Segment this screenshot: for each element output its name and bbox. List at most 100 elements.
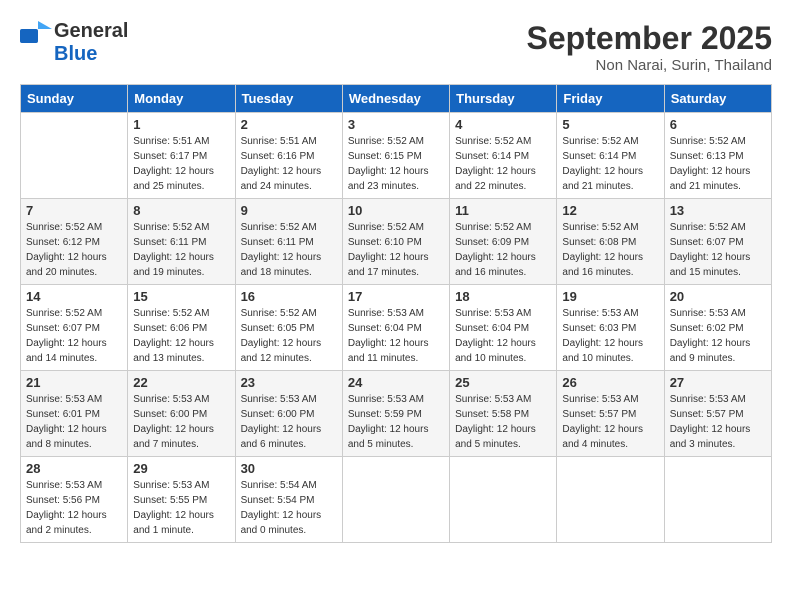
day-number: 11 — [455, 203, 551, 218]
day-info: Sunrise: 5:52 AMSunset: 6:14 PMDaylight:… — [562, 136, 643, 192]
day-info: Sunrise: 5:53 AMSunset: 6:03 PMDaylight:… — [562, 308, 643, 364]
day-cell — [342, 457, 449, 543]
day-number: 7 — [26, 203, 122, 218]
col-header-tuesday: Tuesday — [235, 85, 342, 113]
day-info: Sunrise: 5:51 AMSunset: 6:16 PMDaylight:… — [241, 136, 322, 192]
logo-icon — [20, 21, 52, 43]
day-info: Sunrise: 5:53 AMSunset: 6:00 PMDaylight:… — [241, 394, 322, 450]
day-number: 17 — [348, 289, 444, 304]
day-info: Sunrise: 5:53 AMSunset: 5:57 PMDaylight:… — [670, 394, 751, 450]
day-cell: 30 Sunrise: 5:54 AMSunset: 5:54 PMDayligh… — [235, 457, 342, 543]
day-number: 23 — [241, 375, 337, 390]
day-number: 28 — [26, 461, 122, 476]
day-info: Sunrise: 5:54 AMSunset: 5:54 PMDaylight:… — [241, 480, 322, 536]
day-info: Sunrise: 5:52 AMSunset: 6:12 PMDaylight:… — [26, 222, 107, 278]
day-info: Sunrise: 5:52 AMSunset: 6:15 PMDaylight:… — [348, 136, 429, 192]
day-cell: 1Sunrise: 5:51 AMSunset: 6:17 PMDaylight… — [128, 113, 235, 199]
day-number: 6 — [670, 117, 766, 132]
day-info: Sunrise: 5:52 AMSunset: 6:06 PMDaylight:… — [133, 308, 214, 364]
logo-blue: Blue — [54, 43, 97, 66]
day-number: 18 — [455, 289, 551, 304]
day-info: Sunrise: 5:53 AMSunset: 5:55 PMDaylight:… — [133, 480, 214, 536]
day-cell: 3 Sunrise: 5:52 AMSunset: 6:15 PMDaylight… — [342, 113, 449, 199]
day-cell: 16 Sunrise: 5:52 AMSunset: 6:05 PMDayligh… — [235, 285, 342, 371]
day-cell: 4 Sunrise: 5:52 AMSunset: 6:14 PMDaylight… — [450, 113, 557, 199]
day-cell: 28 Sunrise: 5:53 AMSunset: 5:56 PMDayligh… — [21, 457, 128, 543]
header-row: SundayMondayTuesdayWednesdayThursdayFrid… — [21, 85, 772, 113]
day-number: 4 — [455, 117, 551, 132]
day-number: 29 — [133, 461, 229, 476]
day-number: 25 — [455, 375, 551, 390]
day-cell: 13 Sunrise: 5:52 AMSunset: 6:07 PMDayligh… — [664, 199, 771, 285]
col-header-friday: Friday — [557, 85, 664, 113]
day-cell: 18Sunrise: 5:53 AMSunset: 6:04 PMDayligh… — [450, 285, 557, 371]
day-info: Sunrise: 5:52 AMSunset: 6:05 PMDaylight:… — [241, 308, 322, 364]
day-info: Sunrise: 5:53 AMSunset: 6:01 PMDaylight:… — [26, 394, 107, 450]
week-row-5: 28 Sunrise: 5:53 AMSunset: 5:56 PMDayligh… — [21, 457, 772, 543]
day-cell — [21, 113, 128, 199]
day-cell: 27Sunrise: 5:53 AMSunset: 5:57 PMDayligh… — [664, 371, 771, 457]
page-header: General Blue September 2025 Non Narai, S… — [20, 20, 772, 74]
day-number: 10 — [348, 203, 444, 218]
day-cell: 9 Sunrise: 5:52 AMSunset: 6:11 PMDaylight… — [235, 199, 342, 285]
day-cell: 8Sunrise: 5:52 AMSunset: 6:11 PMDaylight… — [128, 199, 235, 285]
day-cell: 10 Sunrise: 5:52 AMSunset: 6:10 PMDayligh… — [342, 199, 449, 285]
day-number: 26 — [562, 375, 658, 390]
day-cell: 22Sunrise: 5:53 AMSunset: 6:00 PMDayligh… — [128, 371, 235, 457]
day-number: 20 — [670, 289, 766, 304]
day-number: 14 — [26, 289, 122, 304]
day-cell: 24Sunrise: 5:53 AMSunset: 5:59 PMDayligh… — [342, 371, 449, 457]
day-info: Sunrise: 5:52 AMSunset: 6:13 PMDaylight:… — [670, 136, 751, 192]
week-row-3: 14 Sunrise: 5:52 AMSunset: 6:07 PMDayligh… — [21, 285, 772, 371]
day-cell: 17 Sunrise: 5:53 AMSunset: 6:04 PMDayligh… — [342, 285, 449, 371]
day-cell: 25 Sunrise: 5:53 AMSunset: 5:58 PMDayligh… — [450, 371, 557, 457]
day-cell: 6 Sunrise: 5:52 AMSunset: 6:13 PMDaylight… — [664, 113, 771, 199]
day-cell: 26 Sunrise: 5:53 AMSunset: 5:57 PMDayligh… — [557, 371, 664, 457]
day-number: 30 — [241, 461, 337, 476]
day-cell: 20 Sunrise: 5:53 AMSunset: 6:02 PMDayligh… — [664, 285, 771, 371]
col-header-monday: Monday — [128, 85, 235, 113]
day-number: 3 — [348, 117, 444, 132]
day-info: Sunrise: 5:52 AMSunset: 6:07 PMDaylight:… — [670, 222, 751, 278]
day-cell — [450, 457, 557, 543]
day-info: Sunrise: 5:53 AMSunset: 5:58 PMDaylight:… — [455, 394, 536, 450]
location: Non Narai, Surin, Thailand — [527, 57, 772, 74]
week-row-1: 1Sunrise: 5:51 AMSunset: 6:17 PMDaylight… — [21, 113, 772, 199]
day-info: Sunrise: 5:53 AMSunset: 5:56 PMDaylight:… — [26, 480, 107, 536]
day-cell: 15 Sunrise: 5:52 AMSunset: 6:06 PMDayligh… — [128, 285, 235, 371]
week-row-2: 7 Sunrise: 5:52 AMSunset: 6:12 PMDaylight… — [21, 199, 772, 285]
day-number: 1 — [133, 117, 229, 132]
day-cell: 21 Sunrise: 5:53 AMSunset: 6:01 PMDayligh… — [21, 371, 128, 457]
day-info: Sunrise: 5:53 AMSunset: 6:04 PMDaylight:… — [348, 308, 429, 364]
week-row-4: 21 Sunrise: 5:53 AMSunset: 6:01 PMDayligh… — [21, 371, 772, 457]
day-info: Sunrise: 5:52 AMSunset: 6:14 PMDaylight:… — [455, 136, 536, 192]
col-header-sunday: Sunday — [21, 85, 128, 113]
day-number: 22 — [133, 375, 229, 390]
day-cell: 7 Sunrise: 5:52 AMSunset: 6:12 PMDaylight… — [21, 199, 128, 285]
day-cell — [664, 457, 771, 543]
calendar-table: SundayMondayTuesdayWednesdayThursdayFrid… — [20, 84, 772, 543]
day-number: 8 — [133, 203, 229, 218]
day-number: 12 — [562, 203, 658, 218]
day-number: 9 — [241, 203, 337, 218]
day-number: 24 — [348, 375, 444, 390]
day-number: 19 — [562, 289, 658, 304]
col-header-saturday: Saturday — [664, 85, 771, 113]
day-number: 5 — [562, 117, 658, 132]
day-info: Sunrise: 5:52 AMSunset: 6:10 PMDaylight:… — [348, 222, 429, 278]
day-cell: 5 Sunrise: 5:52 AMSunset: 6:14 PMDaylight… — [557, 113, 664, 199]
day-info: Sunrise: 5:52 AMSunset: 6:11 PMDaylight:… — [241, 222, 322, 278]
day-info: Sunrise: 5:52 AMSunset: 6:08 PMDaylight:… — [562, 222, 643, 278]
day-number: 16 — [241, 289, 337, 304]
day-number: 21 — [26, 375, 122, 390]
month-title: September 2025 — [527, 20, 772, 57]
col-header-thursday: Thursday — [450, 85, 557, 113]
day-info: Sunrise: 5:52 AMSunset: 6:07 PMDaylight:… — [26, 308, 107, 364]
day-cell: 12 Sunrise: 5:52 AMSunset: 6:08 PMDayligh… — [557, 199, 664, 285]
day-number: 15 — [133, 289, 229, 304]
day-number: 13 — [670, 203, 766, 218]
day-info: Sunrise: 5:53 AMSunset: 6:02 PMDaylight:… — [670, 308, 751, 364]
logo: General Blue — [20, 20, 128, 66]
day-info: Sunrise: 5:53 AMSunset: 5:57 PMDaylight:… — [562, 394, 643, 450]
day-cell: 2Sunrise: 5:51 AMSunset: 6:16 PMDaylight… — [235, 113, 342, 199]
